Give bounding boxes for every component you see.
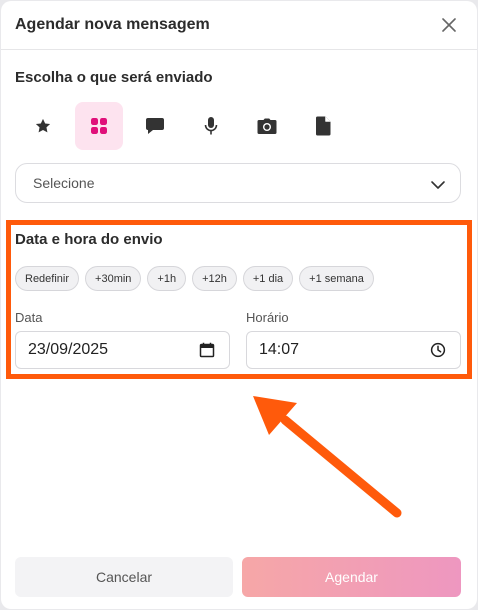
- cancel-button[interactable]: Cancelar: [15, 557, 233, 597]
- content-type-title: Escolha o que será enviado: [15, 69, 213, 86]
- select-value: Selecione: [33, 175, 95, 191]
- content-type-options: [19, 102, 355, 150]
- schedule-button[interactable]: Agendar: [242, 557, 461, 597]
- type-star-button[interactable]: [19, 102, 67, 150]
- camera-icon: [257, 118, 277, 134]
- type-image-button[interactable]: [243, 102, 291, 150]
- chat-bubble-icon: [146, 118, 164, 134]
- star-icon: [35, 118, 51, 133]
- type-audio-button[interactable]: [187, 102, 235, 150]
- document-icon: [315, 116, 330, 136]
- dialog-title: Agendar nova mensagem: [15, 16, 210, 33]
- type-grid-button[interactable]: [75, 102, 123, 150]
- grid-icon: [91, 118, 107, 134]
- chevron-down-icon: [431, 181, 445, 189]
- type-document-button[interactable]: [299, 102, 347, 150]
- type-text-button[interactable]: [131, 102, 179, 150]
- annotation-highlight-box: [6, 220, 472, 379]
- dialog-header: Agendar nova mensagem: [1, 1, 477, 50]
- microphone-icon: [204, 117, 218, 135]
- close-button[interactable]: [439, 15, 459, 35]
- close-icon: [442, 18, 456, 32]
- content-select[interactable]: Selecione: [15, 163, 461, 203]
